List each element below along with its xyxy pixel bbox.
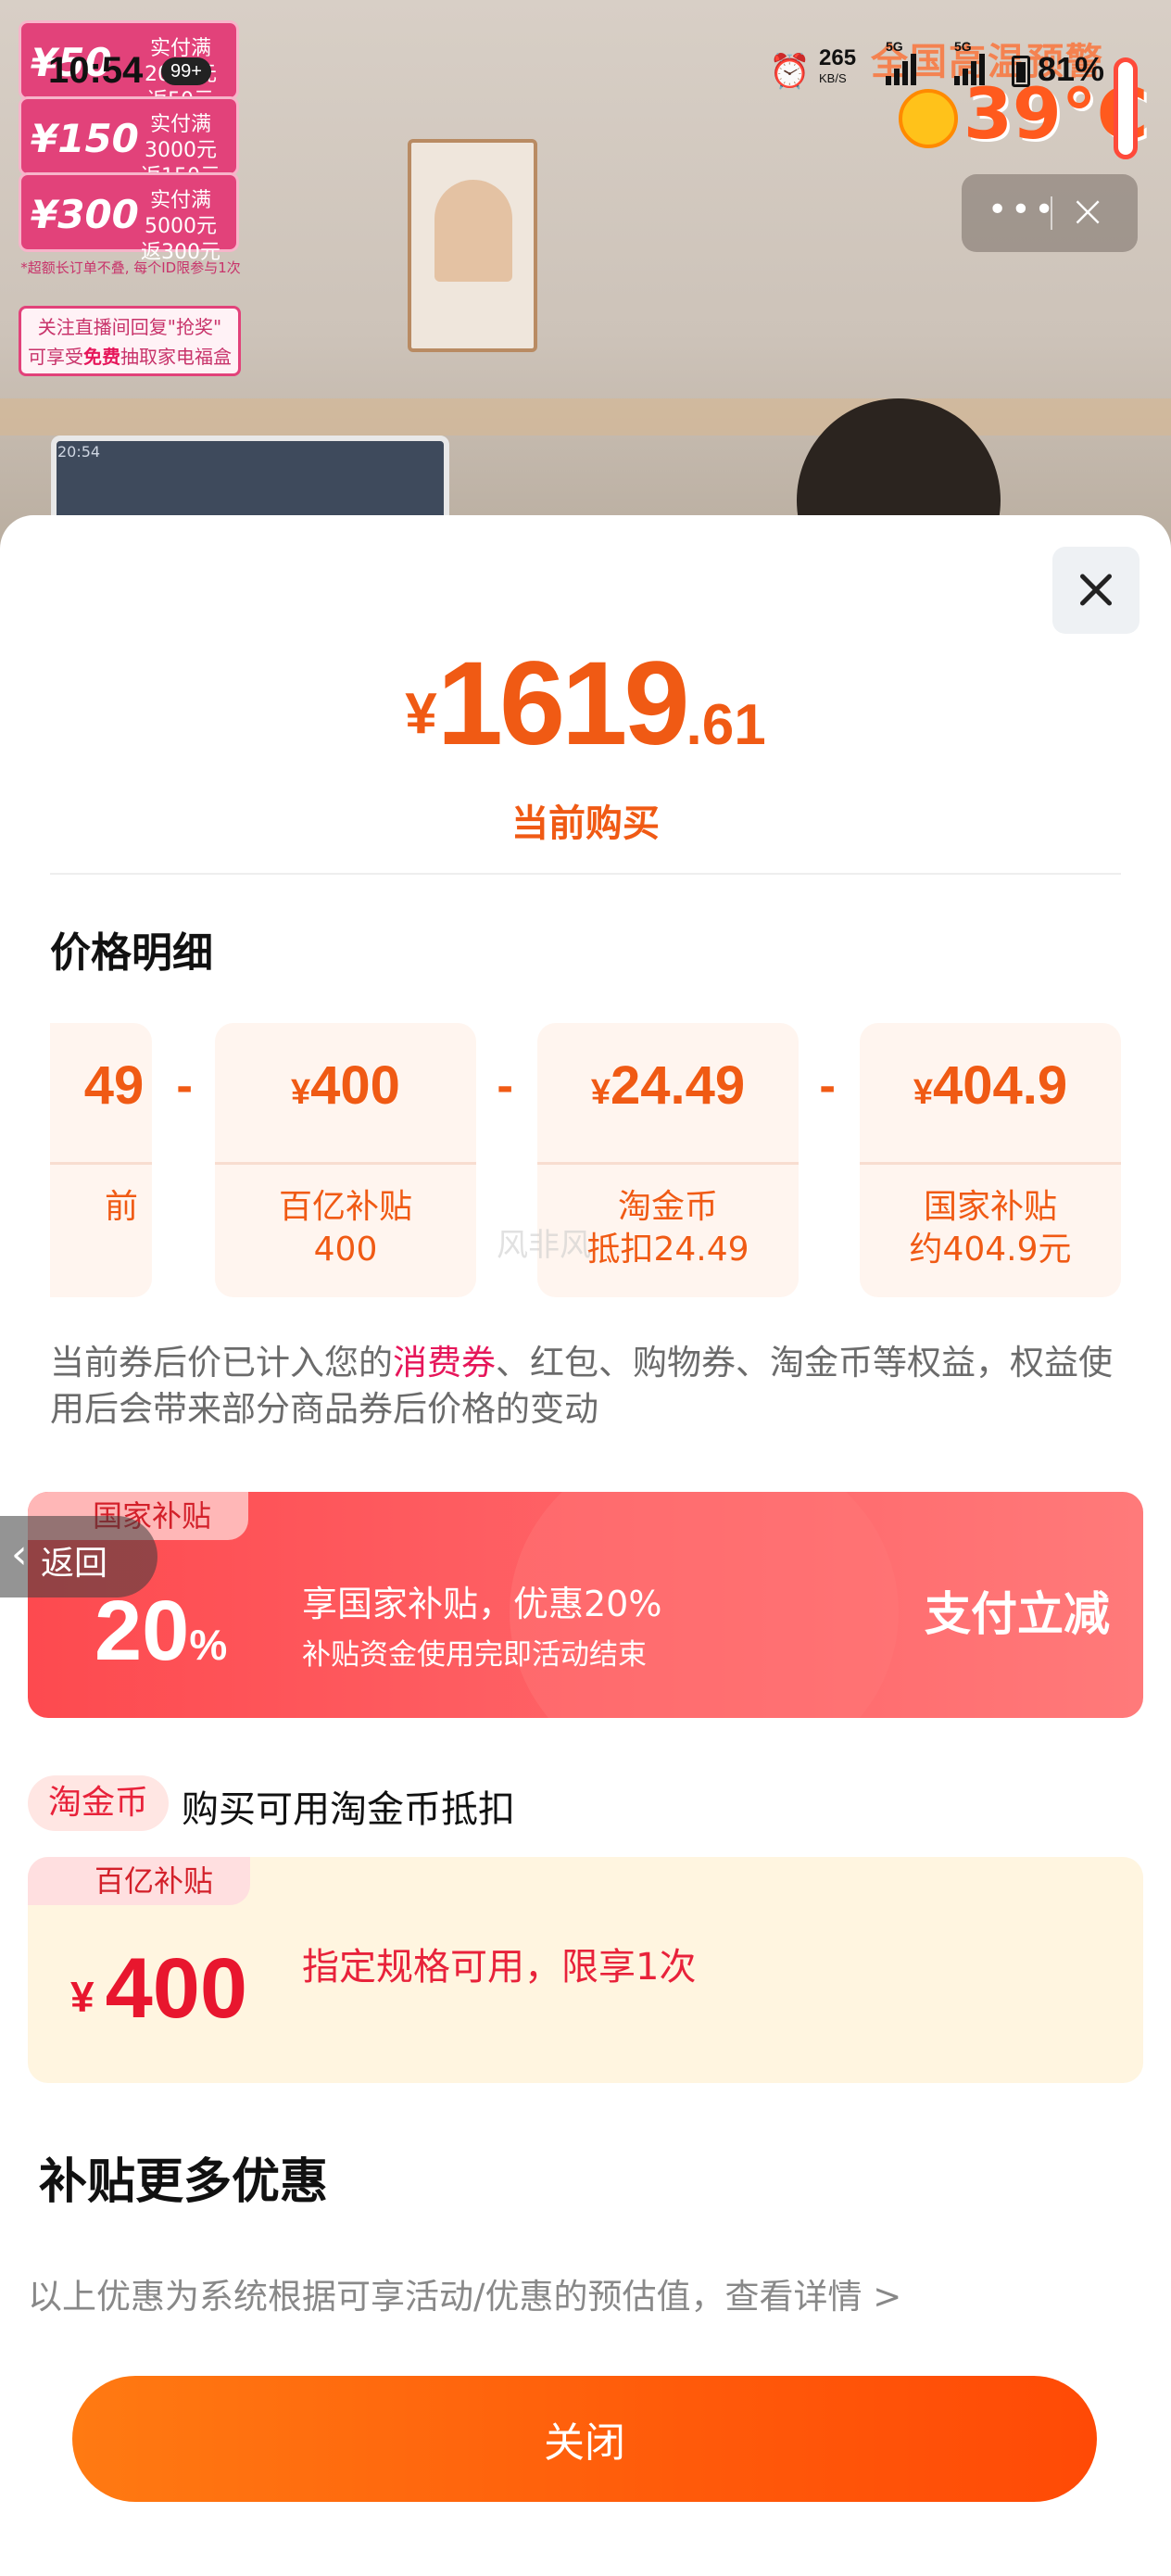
breakdown-card: ¥400 百亿补贴 400: [215, 1023, 476, 1297]
divider: [50, 873, 1121, 875]
price-detail-sheet: ¥1619.61 当前购买 价格明细 49 前 - ¥400 百亿补贴 400 …: [0, 515, 1171, 2576]
promo-follow-text: 关注直播间回复"抢奖" 可享受免费抽取家电福盒: [19, 306, 241, 376]
more-offers-title: 补贴更多优惠: [39, 2154, 329, 2210]
section-title: 价格明细: [50, 929, 213, 977]
taojinbi-text: 购买可用淘金币抵扣: [182, 1788, 515, 1831]
current-price: ¥1619.61 当前购买: [0, 645, 1171, 847]
close-button[interactable]: 关闭: [72, 2376, 1097, 2502]
promo-note: *超额长订单不叠, 每个ID限参与1次: [20, 259, 241, 276]
watermark: 风非风: [497, 1227, 591, 1264]
promo-card: ¥150 实付满3000元 返150元: [19, 96, 239, 188]
pay-discount-label: 支付立减: [925, 1587, 1110, 1641]
tablet-time-text: 20:54: [57, 443, 101, 461]
minus-operator: -: [819, 1064, 837, 1111]
wall-hanging-image: [408, 139, 537, 352]
net-speed: 265 KB/S: [819, 45, 857, 86]
battery-level: 81%: [1038, 50, 1105, 88]
state-subsidy-card[interactable]: 国家补贴 20% 享国家补贴，优惠20% 补贴资金使用完即活动结束 支付立减: [28, 1492, 1143, 1718]
minus-operator: -: [176, 1064, 194, 1111]
bybn-description: 指定规格可用，限享1次: [302, 1946, 697, 1989]
breakdown-card: 49 前: [50, 1023, 152, 1297]
battery-icon: [1012, 56, 1030, 87]
bybn-tag: 百亿补贴: [28, 1857, 251, 1905]
notification-badge: 99+: [161, 57, 211, 85]
taojinbi-tag: 淘金币: [28, 1775, 170, 1831]
alarm-icon: ⏰: [769, 52, 811, 90]
disclaimer-link[interactable]: 以上优惠为系统根据可享活动/优惠的预估值，查看详情 >: [28, 2268, 901, 2318]
close-icon[interactable]: ×: [1069, 187, 1106, 235]
status-time: 10:54: [48, 50, 144, 91]
breakdown-card: ¥404.9 国家补贴 约404.9元: [860, 1023, 1121, 1297]
signal-icon: 5G: [954, 39, 993, 85]
consumer-coupon-link[interactable]: 消费券: [393, 1343, 496, 1383]
more-icon[interactable]: •••: [988, 194, 1058, 227]
chevron-left-icon: ‹: [11, 1531, 28, 1578]
price-caption: 当前购买: [511, 802, 660, 845]
subsidy-subtitle: 补贴资金使用完即活动结束: [302, 1638, 647, 1672]
price-value: ¥1619.61: [405, 638, 766, 770]
status-bar: 10:54 99+ ⏰ 265 KB/S 5G 5G 81%: [0, 37, 1171, 102]
subsidy-title: 享国家补贴，优惠20%: [302, 1584, 662, 1624]
close-icon[interactable]: [1052, 547, 1140, 634]
shelf-decor: [0, 398, 1171, 436]
bybn-amount: ¥400: [70, 1941, 248, 2036]
signal-icon: 5G: [886, 39, 925, 85]
price-note: 当前券后价已计入您的消费券、红包、购物券、淘金币等权益，权益使用后会带来部分商品…: [50, 1343, 1113, 1429]
mini-program-capsule: ••• ×: [962, 174, 1138, 252]
promo-card: ¥300 实付满5000元 返300元: [19, 172, 239, 264]
bybn-subsidy-card[interactable]: 百亿补贴 ¥400 指定规格可用，限享1次: [28, 1857, 1143, 2083]
back-label: 返回: [41, 1545, 108, 1583]
subsidy-percent: 20%: [94, 1584, 228, 1678]
minus-operator: -: [497, 1064, 514, 1111]
back-button[interactable]: ‹ 返回: [0, 1516, 157, 1597]
capsule-divider: [1051, 196, 1052, 230]
